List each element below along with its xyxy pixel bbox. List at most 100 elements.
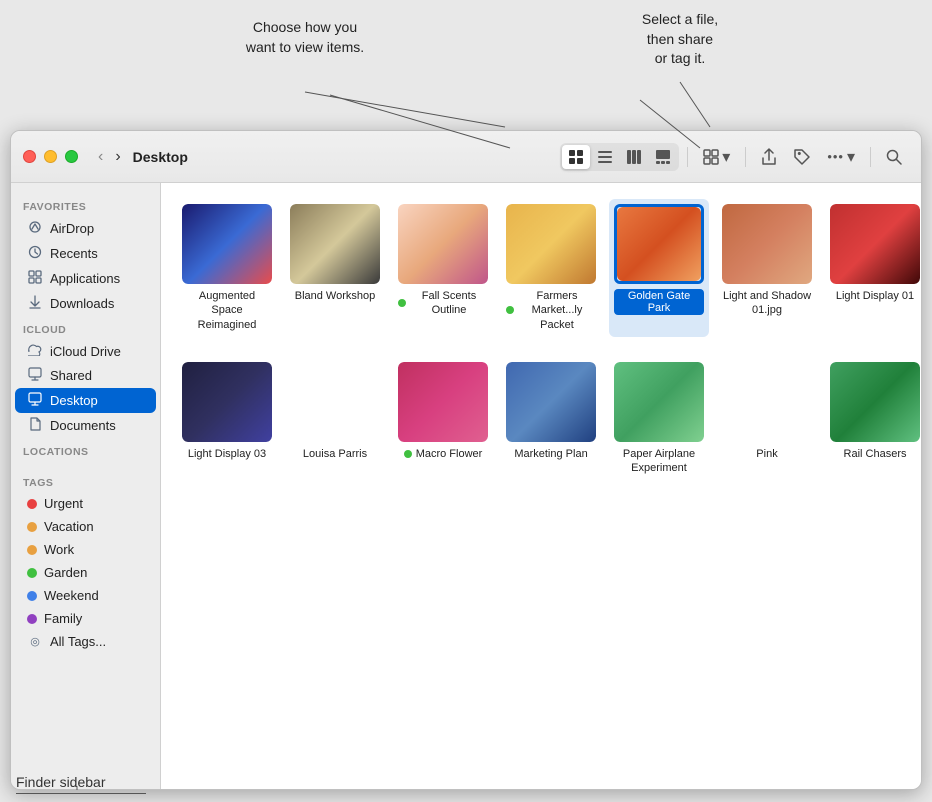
file-item-paper-airplane[interactable]: Paper Airplane Experiment — [609, 357, 709, 481]
tag-button[interactable] — [786, 144, 818, 170]
file-thumbnail-bland-workshop — [290, 204, 380, 284]
documents-label: Documents — [50, 418, 116, 433]
main-content: Augmented Space Reimagined Bland Workshop… — [161, 183, 921, 789]
sidebar-item-recents[interactable]: Recents — [15, 241, 156, 266]
file-dot-farmers-market — [506, 306, 514, 314]
file-label-wrap-paper-airplane: Paper Airplane Experiment — [614, 447, 704, 476]
thumbnail-art-light-shadow — [722, 204, 812, 284]
file-thumbnail-light-display-01 — [830, 204, 920, 284]
file-dot-fall-scents — [398, 299, 406, 307]
search-button[interactable] — [879, 145, 909, 169]
file-thumbnail-farmers-market — [506, 204, 596, 284]
file-item-pink[interactable]: Pink — [717, 357, 817, 481]
gallery-icon — [655, 149, 671, 165]
sidebar-item-vacation[interactable]: Vacation — [15, 515, 156, 538]
forward-button[interactable]: › — [111, 146, 124, 168]
view-list-button[interactable] — [591, 145, 619, 169]
file-name-augmented: Augmented Space Reimagined — [182, 289, 272, 332]
maximize-button[interactable] — [65, 150, 78, 163]
file-thumbnail-fall-scents — [398, 204, 488, 284]
sidebar-item-airdrop[interactable]: AirDrop — [15, 216, 156, 241]
nav-buttons: ‹ › — [94, 146, 125, 168]
file-thumbnail-pink — [722, 362, 812, 442]
file-item-fall-scents[interactable]: Fall Scents Outline — [393, 199, 493, 337]
file-item-light-display-01[interactable]: Light Display 01 — [825, 199, 921, 337]
toolbar-right: ▾ ••• ▾ — [560, 143, 909, 171]
back-button[interactable]: ‹ — [94, 146, 107, 168]
view-columns-button[interactable] — [620, 145, 648, 169]
group-button[interactable]: ▾ — [696, 143, 737, 171]
view-mode-group — [560, 143, 679, 171]
view-grid-button[interactable] — [562, 145, 590, 169]
garden-label: Garden — [44, 565, 87, 580]
sidebar-item-icloud-drive[interactable]: iCloud Drive — [15, 339, 156, 363]
group-icon — [703, 149, 719, 165]
file-label-wrap-light-shadow: Light and Shadow 01.jpg — [722, 289, 812, 318]
grid-icon — [568, 149, 584, 165]
file-thumbnail-rail-chasers — [830, 362, 920, 442]
file-item-bland-workshop[interactable]: Bland Workshop — [285, 199, 385, 337]
file-thumbnail-louisa-parris — [290, 362, 380, 442]
urgent-label: Urgent — [44, 496, 83, 511]
finder-window: ‹ › Desktop — [10, 130, 922, 790]
more-dots: ••• — [827, 149, 844, 164]
sidebar-item-all-tags[interactable]: ◎ All Tags... — [15, 630, 156, 653]
thumbnail-art-marketing-plan — [506, 362, 596, 442]
sidebar-item-work[interactable]: Work — [15, 538, 156, 561]
recents-label: Recents — [50, 246, 98, 261]
sidebar-item-garden[interactable]: Garden — [15, 561, 156, 584]
file-item-marketing-plan[interactable]: Marketing Plan — [501, 357, 601, 481]
file-thumbnail-paper-airplane — [614, 362, 704, 442]
file-item-augmented[interactable]: Augmented Space Reimagined — [177, 199, 277, 337]
sidebar-item-shared[interactable]: Shared — [15, 363, 156, 388]
shared-label: Shared — [50, 368, 92, 383]
view-gallery-button[interactable] — [649, 145, 677, 169]
file-item-macro-flower[interactable]: Macro Flower — [393, 357, 493, 481]
weekend-dot — [27, 591, 37, 601]
vacation-dot — [27, 522, 37, 532]
file-name-macro-flower: Macro Flower — [416, 447, 483, 461]
favorites-section-label: Favorites — [11, 193, 160, 216]
file-name-light-shadow: Light and Shadow 01.jpg — [722, 289, 812, 318]
file-name-farmers-market: Farmers Market...ly Packet — [518, 289, 596, 332]
recents-icon — [27, 245, 43, 262]
file-item-golden-gate[interactable]: Golden Gate Park — [609, 199, 709, 337]
thumbnail-art-pink — [722, 362, 812, 442]
sidebar-item-weekend[interactable]: Weekend — [15, 584, 156, 607]
thumbnail-art-rail-chasers — [830, 362, 920, 442]
titlebar: ‹ › Desktop — [11, 131, 921, 183]
sidebar-item-urgent[interactable]: Urgent — [15, 492, 156, 515]
downloads-icon — [27, 295, 43, 312]
all-tags-icon: ◎ — [27, 635, 43, 648]
share-button[interactable] — [754, 144, 784, 170]
sidebar-item-family[interactable]: Family — [15, 607, 156, 630]
file-label-wrap-farmers-market: Farmers Market...ly Packet — [506, 289, 596, 332]
file-item-louisa-parris[interactable]: Louisa Parris — [285, 357, 385, 481]
sidebar-item-desktop[interactable]: Desktop — [15, 388, 156, 413]
file-thumbnail-light-display-03 — [182, 362, 272, 442]
sidebar-item-downloads[interactable]: Downloads — [15, 291, 156, 316]
file-label-wrap-louisa-parris: Louisa Parris — [290, 447, 380, 461]
file-label-wrap-light-display-01: Light Display 01 — [830, 289, 920, 303]
minimize-button[interactable] — [44, 150, 57, 163]
thumbnail-art-bland-workshop — [290, 204, 380, 284]
thumbnail-art-farmers-market — [506, 204, 596, 284]
file-item-light-shadow[interactable]: Light and Shadow 01.jpg — [717, 199, 817, 337]
window-title: Desktop — [133, 149, 188, 165]
file-selected-label-golden-gate: Golden Gate Park — [614, 289, 704, 315]
weekend-label: Weekend — [44, 588, 99, 603]
icloud-drive-icon — [27, 343, 43, 359]
desktop-label: Desktop — [50, 393, 98, 408]
file-item-farmers-market[interactable]: Farmers Market...ly Packet — [501, 199, 601, 337]
file-dot-label-macro-flower: Macro Flower — [404, 447, 483, 461]
sidebar-item-applications[interactable]: Applications — [15, 266, 156, 291]
file-item-rail-chasers[interactable]: Rail Chasers — [825, 357, 921, 481]
file-item-light-display-03[interactable]: Light Display 03 — [177, 357, 277, 481]
close-button[interactable] — [23, 150, 36, 163]
separator-1 — [687, 147, 688, 167]
file-label-wrap-golden-gate: Golden Gate Park — [614, 289, 704, 315]
documents-icon — [27, 417, 43, 434]
thumbnail-art-louisa-parris — [290, 362, 380, 442]
more-button[interactable]: ••• ▾ — [820, 143, 862, 171]
sidebar-item-documents[interactable]: Documents — [15, 413, 156, 438]
